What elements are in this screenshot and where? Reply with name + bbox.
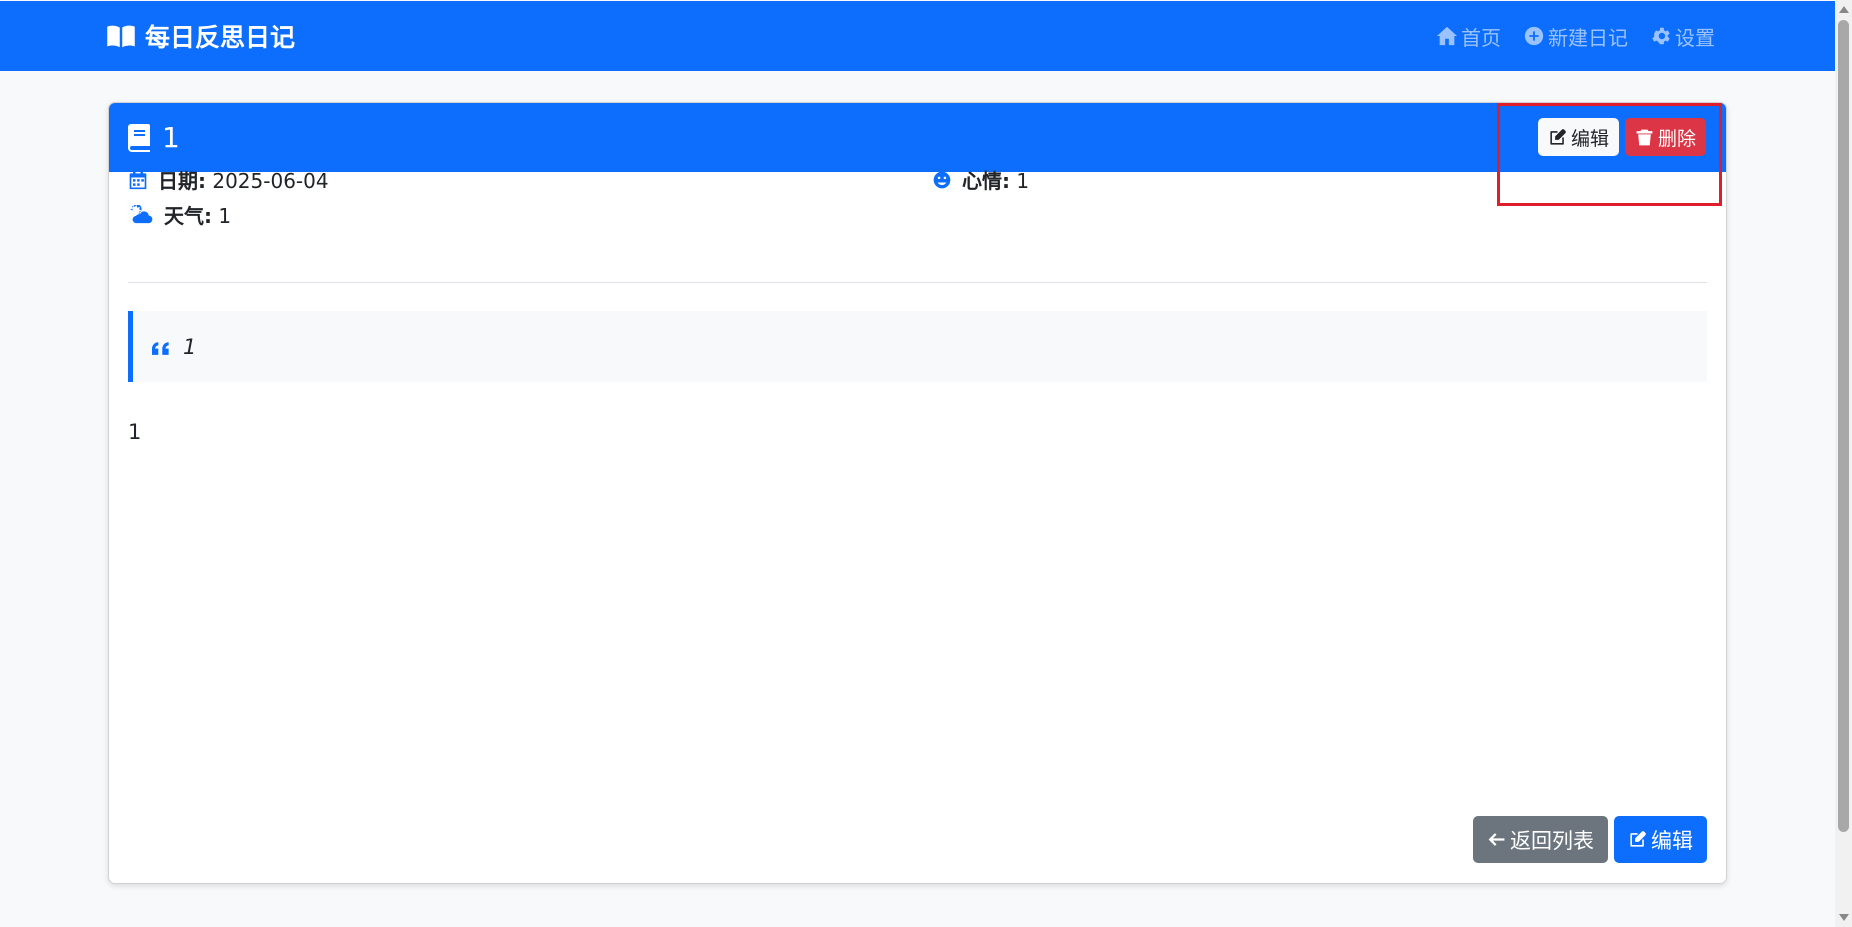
mood-value: 1 — [1016, 169, 1030, 193]
edit-icon — [1630, 831, 1646, 847]
quote-icon — [152, 341, 169, 355]
book-open-icon — [107, 25, 135, 48]
edit-button-label: 编辑 — [1570, 127, 1609, 150]
back-to-list-label: 返回列表 — [1510, 828, 1594, 853]
arrow-left-icon — [1488, 833, 1505, 846]
date-value: 2025-06-04 — [212, 169, 329, 193]
nav-links: 首页 新建日记 设置 — [1436, 1, 1715, 71]
scroll-up-arrow[interactable] — [1839, 6, 1849, 13]
entry-title: 1 — [128, 103, 180, 172]
plus-circle-icon — [1524, 26, 1544, 46]
nav-link-new-entry-label: 新建日记 — [1548, 25, 1628, 50]
nav-link-home-label: 首页 — [1461, 25, 1501, 50]
brand[interactable]: 每日反思日记 — [106, 1, 295, 71]
nav-link-settings-label: 设置 — [1675, 25, 1715, 50]
mood-meta: 心情: 1 — [932, 165, 1029, 194]
header-actions: 编辑 删除 — [1537, 118, 1706, 156]
page: 每日反思日记 首页 新建日记 设置 1 编辑 删除 日期: 2025-06-04… — [0, 0, 1835, 927]
edit-icon — [1550, 128, 1566, 145]
reflection-quote: 1 — [128, 311, 1707, 382]
weather-value: 1 — [218, 204, 232, 228]
navbar: 每日反思日记 首页 新建日记 设置 — [0, 1, 1835, 71]
delete-button-label: 删除 — [1657, 127, 1696, 150]
footer-actions: 返回列表 编辑 — [1473, 816, 1707, 863]
delete-button[interactable]: 删除 — [1624, 118, 1706, 156]
nav-link-settings[interactable]: 设置 — [1650, 22, 1715, 51]
scroll-down-arrow[interactable] — [1839, 914, 1849, 921]
footer-edit-button[interactable]: 编辑 — [1614, 816, 1707, 863]
date-meta: 日期: 2025-06-04 — [128, 165, 329, 194]
trash-icon — [1636, 129, 1653, 145]
gear-icon — [1652, 27, 1670, 45]
mood-label: 心情: — [962, 169, 1010, 193]
nav-link-home[interactable]: 首页 — [1436, 22, 1501, 51]
divider — [128, 282, 1707, 283]
cloud-sun-icon — [130, 204, 153, 223]
book-icon — [128, 123, 150, 152]
brand-title: 每日反思日记 — [145, 23, 296, 52]
edit-button[interactable]: 编辑 — [1537, 118, 1619, 156]
back-to-list-button[interactable]: 返回列表 — [1473, 816, 1608, 863]
scroll-thumb[interactable] — [1838, 20, 1849, 832]
weather-label: 天气: — [164, 204, 212, 228]
vertical-scrollbar[interactable] — [1835, 0, 1852, 927]
footer-edit-label: 编辑 — [1651, 828, 1693, 853]
entry-content: 1 — [128, 420, 142, 444]
entry-card: 1 编辑 删除 日期: 2025-06-04 心情: 1 天气: 1 1 1 返… — [108, 102, 1727, 884]
date-label: 日期: — [158, 169, 206, 193]
smile-icon — [933, 171, 951, 188]
calendar-icon — [129, 170, 147, 189]
nav-link-new-entry[interactable]: 新建日记 — [1523, 22, 1628, 51]
weather-meta: 天气: 1 — [128, 200, 231, 229]
entry-title-text: 1 — [162, 121, 180, 154]
home-icon — [1436, 26, 1458, 46]
quote-text: 1 — [183, 334, 197, 359]
entry-card-header: 1 编辑 删除 — [109, 103, 1726, 172]
